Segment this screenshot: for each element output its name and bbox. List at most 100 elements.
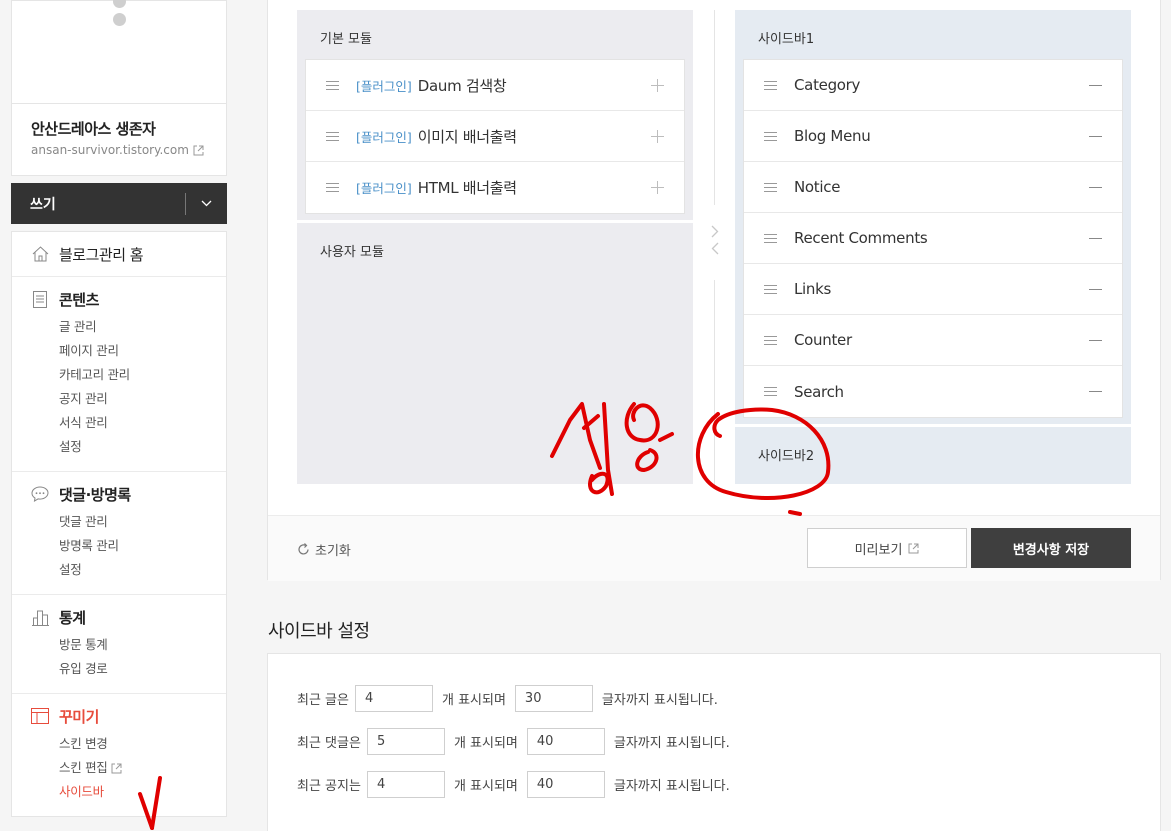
row-end-text: 글자까지 표시됩니다. (613, 736, 730, 751)
drag-handle-icon[interactable] (764, 387, 777, 396)
remove-icon[interactable] (1089, 186, 1102, 188)
reset-label: 초기화 (315, 544, 351, 559)
write-dropdown-button[interactable] (186, 200, 227, 207)
write-button[interactable]: 쓰기 (11, 194, 185, 214)
sidebar-module-item[interactable]: Links (744, 264, 1122, 315)
module-name: Search (794, 382, 844, 401)
remove-icon[interactable] (1089, 391, 1102, 392)
menu-item-contents-settings[interactable]: 설정 (59, 435, 226, 459)
preview-label: 미리보기 (854, 542, 903, 558)
home-icon (31, 245, 49, 263)
remove-icon[interactable] (1089, 135, 1102, 137)
save-changes-button[interactable]: 변경사항 저장 (971, 528, 1131, 568)
chevron-right-icon[interactable] (711, 225, 719, 238)
editor-footer: 초기화 미리보기 변경사항 저장 (268, 515, 1160, 581)
column-divider (714, 280, 715, 485)
module-item[interactable]: [플러그인] Daum 검색창 (306, 60, 684, 111)
recent-posts-count-input[interactable] (354, 685, 433, 712)
basic-modules-column: 기본 모듈 [플러그인] Daum 검색창 [플러그인] 이미지 배너출력 [플… (297, 10, 693, 220)
reset-button[interactable]: 초기화 (297, 540, 351, 559)
plugin-tag: [플러그인] (356, 129, 412, 145)
menu-home-link[interactable]: 블로그관리 홈 (31, 242, 226, 266)
menu-item-skin-edit[interactable]: 스킨 편집 (59, 756, 226, 780)
sidebar1-title: 사이드바1 (758, 32, 815, 47)
sidebar-module-item[interactable]: Counter (744, 315, 1122, 366)
blog-name[interactable]: 안산드레아스 생존자 (31, 118, 226, 139)
menu-stats-header[interactable]: 통계 (31, 605, 226, 629)
sidebar2-column: 사이드바2 (735, 427, 1131, 484)
menu-comments-header[interactable]: 댓글·방명록 (31, 482, 226, 506)
sidebar-settings-card: 최근 글은 개 표시되며 글자까지 표시됩니다. 최근 댓글은 개 표시되며 글… (267, 653, 1161, 831)
layout-icon (31, 707, 49, 725)
module-item[interactable]: [플러그인] 이미지 배너출력 (306, 111, 684, 162)
sidebar-module-item[interactable]: Notice (744, 162, 1122, 213)
recent-posts-chars-input[interactable] (514, 685, 593, 712)
blog-url-text: ansan-survivor.tistory.com (31, 143, 189, 157)
drag-handle-icon[interactable] (764, 80, 777, 90)
preview-button[interactable]: 미리보기 (807, 528, 967, 568)
menu-contents-label: 콘텐츠 (59, 290, 99, 309)
menu-comments-list: 댓글 관리 방명록 관리 설정 (31, 510, 226, 582)
add-icon[interactable] (651, 78, 664, 92)
menu-item-sidebar[interactable]: 사이드바 (59, 780, 226, 804)
menu-design-header[interactable]: 꾸미기 (31, 704, 226, 728)
recent-comments-chars-input[interactable] (526, 728, 605, 755)
write-bar: 쓰기 (11, 183, 227, 224)
add-icon[interactable] (651, 129, 664, 143)
sidebar-module-item[interactable]: Search (744, 366, 1122, 417)
remove-icon[interactable] (1089, 288, 1102, 290)
remove-icon[interactable] (1089, 237, 1102, 239)
menu-item-templates[interactable]: 서식 관리 (59, 411, 226, 435)
remove-icon[interactable] (1089, 339, 1102, 341)
menu-item-categories[interactable]: 카테고리 관리 (59, 363, 226, 387)
basic-modules-list: [플러그인] Daum 검색창 [플러그인] 이미지 배너출력 [플러그인] H… (305, 59, 685, 214)
blog-url-link[interactable]: ansan-survivor.tistory.com (31, 143, 226, 157)
drag-handle-icon[interactable] (764, 182, 777, 192)
module-item[interactable]: [플러그인] HTML 배너출력 (306, 162, 684, 213)
sidebar-module-item[interactable]: Category (744, 60, 1122, 111)
menu-item-pages[interactable]: 페이지 관리 (59, 339, 226, 363)
remove-icon[interactable] (1089, 84, 1102, 86)
menu-item-notices[interactable]: 공지 관리 (59, 387, 226, 411)
profile-dot (113, 0, 126, 8)
add-icon[interactable] (651, 181, 664, 194)
row-mid-text: 개 표시되며 (453, 736, 518, 751)
plugin-tag: [플러그인] (356, 181, 412, 196)
menu-stats-label: 통계 (59, 608, 86, 627)
menu-contents-header[interactable]: 콘텐츠 (31, 287, 226, 311)
drag-handle-icon[interactable] (764, 233, 777, 243)
module-name: 이미지 배너출력 (417, 127, 517, 146)
menu-item-visit-stats[interactable]: 방문 통계 (59, 633, 226, 657)
recent-comments-count-input[interactable] (366, 728, 445, 755)
drag-handle-icon[interactable] (326, 131, 339, 141)
basic-modules-title: 기본 모듈 (320, 32, 372, 47)
recent-comments-row: 최근 댓글은 개 표시되며 글자까지 표시됩니다. (297, 728, 730, 755)
drag-handle-icon[interactable] (764, 284, 777, 294)
chevron-left-icon[interactable] (711, 242, 719, 255)
recent-notices-count-input[interactable] (366, 771, 445, 798)
chevron-down-icon (201, 200, 212, 207)
drag-handle-icon[interactable] (764, 131, 777, 141)
module-name: Notice (794, 178, 841, 196)
menu-item-posts[interactable]: 글 관리 (59, 315, 226, 339)
menu-item-comments[interactable]: 댓글 관리 (59, 510, 226, 534)
menu-item-comments-settings[interactable]: 설정 (59, 558, 226, 582)
module-name: Category (794, 76, 861, 94)
menu-section-comments: 댓글·방명록 댓글 관리 방명록 관리 설정 (12, 472, 226, 595)
recent-notices-chars-input[interactable] (526, 771, 605, 798)
external-link-icon (193, 145, 204, 155)
menu-item-skin-change[interactable]: 스킨 변경 (59, 732, 226, 756)
move-arrows (708, 225, 722, 255)
menu-item-guestbook[interactable]: 방명록 관리 (59, 534, 226, 558)
profile-dot (113, 13, 126, 26)
module-name: HTML 배너출력 (417, 179, 517, 197)
external-link-icon (908, 543, 919, 553)
external-link-icon (111, 763, 122, 773)
drag-handle-icon[interactable] (764, 335, 777, 345)
drag-handle-icon[interactable] (326, 80, 339, 90)
drag-handle-icon[interactable] (326, 183, 339, 192)
sidebar-settings-title: 사이드바 설정 (268, 621, 370, 642)
sidebar-module-item[interactable]: Recent Comments (744, 213, 1122, 264)
sidebar-module-item[interactable]: Blog Menu (744, 111, 1122, 162)
menu-item-referrers[interactable]: 유입 경로 (59, 657, 226, 681)
